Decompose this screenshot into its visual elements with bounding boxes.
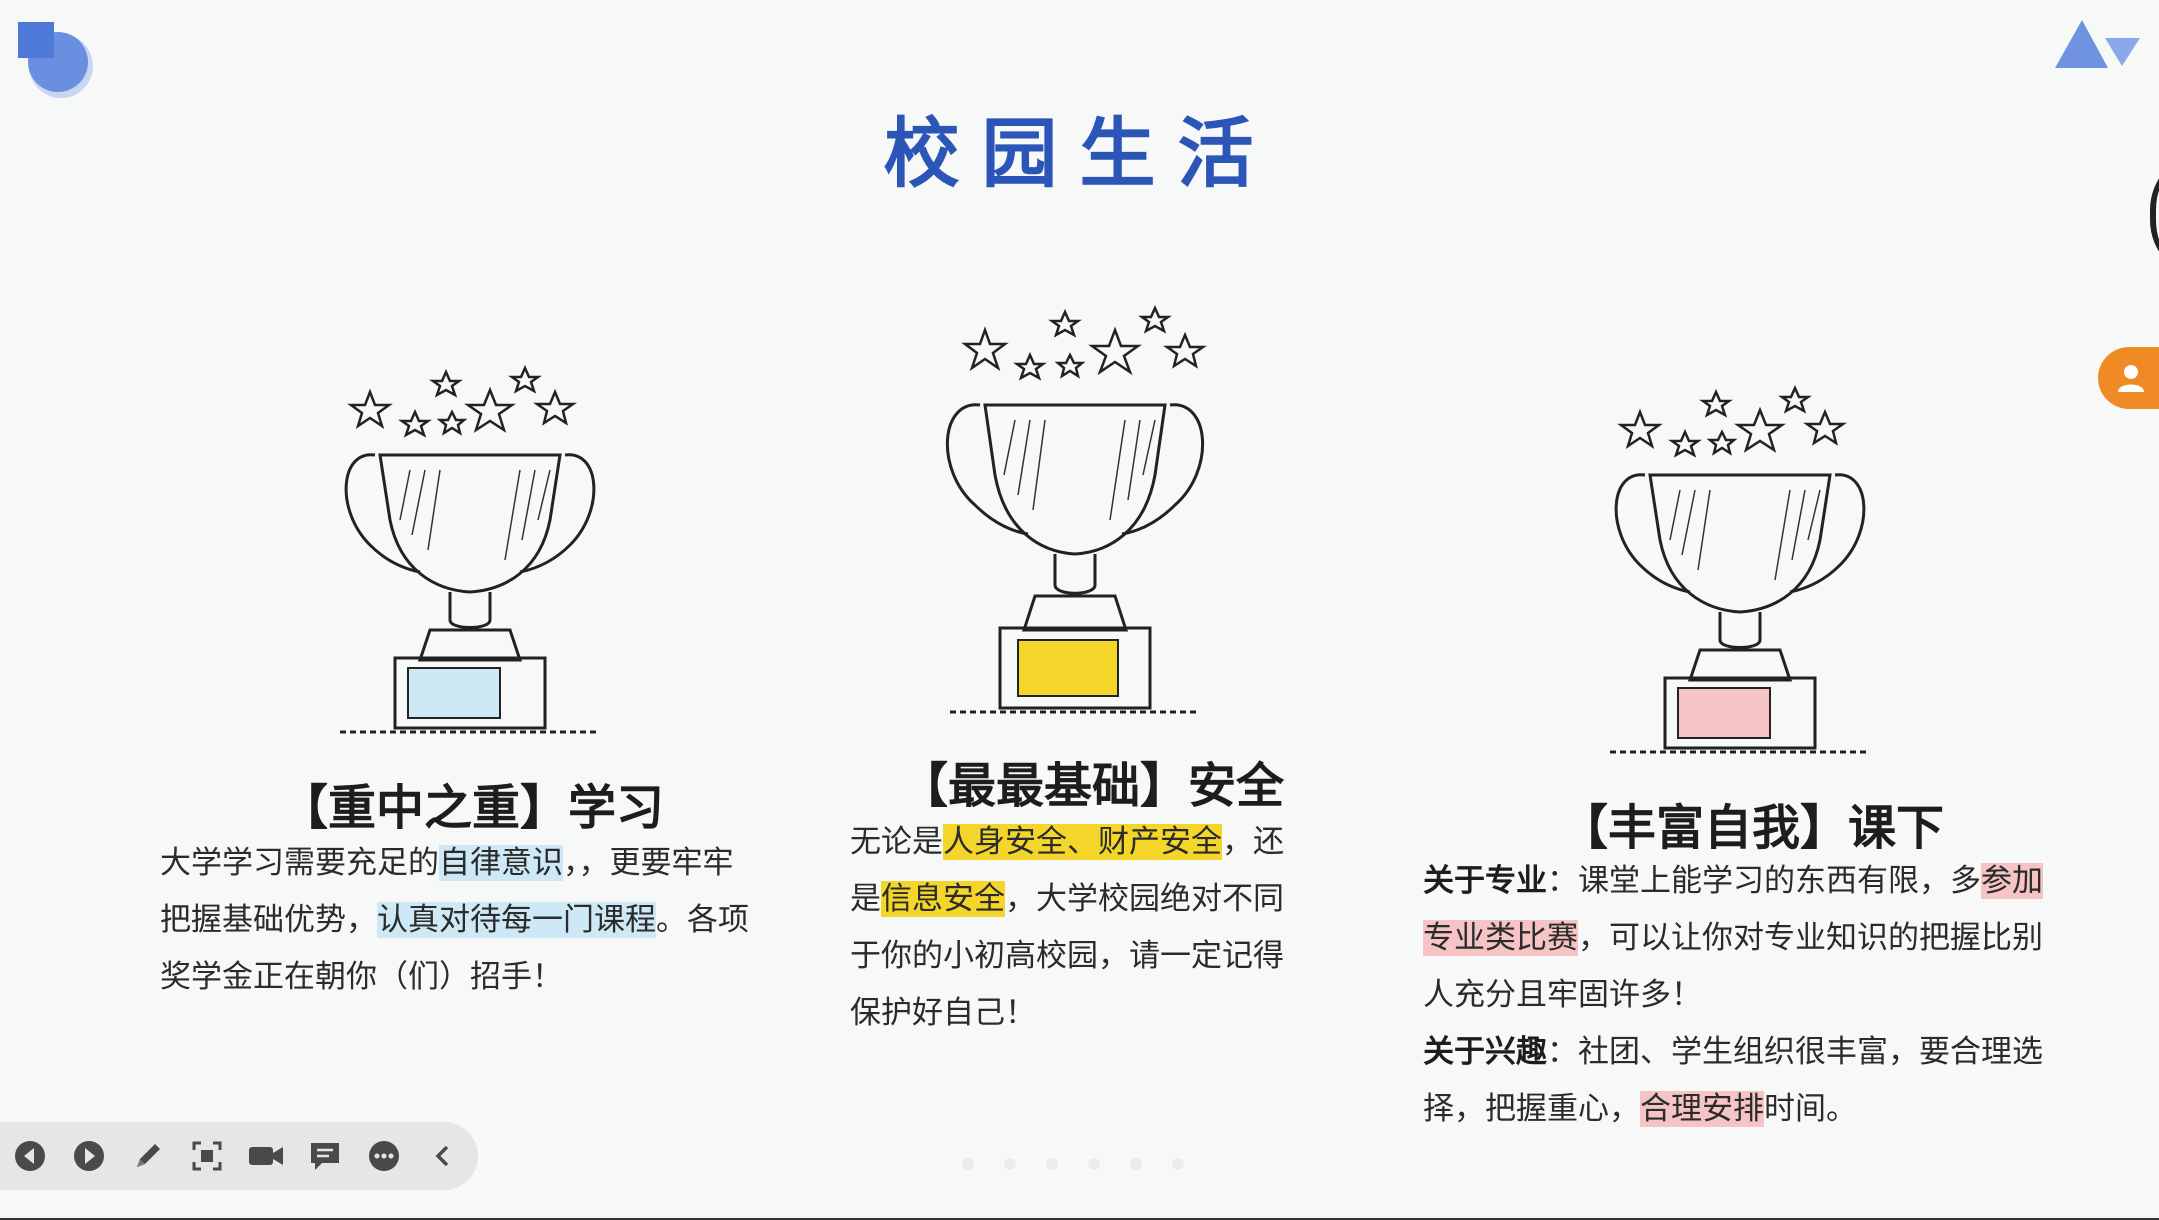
comment-icon (310, 1143, 339, 1170)
contact-side-tab[interactable] (2098, 347, 2159, 409)
more-button[interactable] (354, 1122, 413, 1190)
next-slide-button[interactable] (59, 1122, 118, 1190)
pagination-dot[interactable] (1172, 1158, 1184, 1170)
highlight-segment: 人身安全、财产安全 (943, 824, 1222, 860)
column-text-study: 大学学习需要充足的自律意识，，更要牢牢把握基础优势，认真对待每一门课程。各项奖学… (160, 835, 750, 1006)
triangle-decoration-icon (2055, 20, 2140, 68)
pen-button[interactable] (118, 1122, 177, 1190)
column-heading-extracurricular: 【丰富自我】课下 (1560, 800, 1945, 856)
pagination-dot[interactable] (1088, 1158, 1100, 1170)
comment-button[interactable] (295, 1122, 354, 1190)
pagination-dot[interactable] (1130, 1158, 1142, 1170)
chevron-left-icon (435, 1145, 448, 1167)
column-text-safety: 无论是人身安全、财产安全，还是信息安全，大学校园绝对不同于你的小初高校园，请一定… (850, 814, 1300, 1042)
highlight-segment: 合理安排 (1640, 1091, 1764, 1127)
slide-title: 校园生活 (883, 109, 1276, 198)
highlight-segment: 自律意识 (439, 845, 563, 881)
pen-icon (136, 1144, 160, 1167)
screenshot-button[interactable] (177, 1122, 236, 1190)
trophy-icon (1610, 384, 1870, 754)
camera-button[interactable] (236, 1122, 295, 1190)
person-icon (2118, 365, 2144, 392)
camera-icon (248, 1147, 283, 1165)
pagination-dot[interactable] (1046, 1158, 1058, 1170)
trophy-icon (945, 304, 1207, 714)
text-segment: 大学学习需要充足的 (160, 845, 439, 881)
bold-label: 关于兴趣 (1423, 1034, 1547, 1070)
presentation-toolbar (0, 1122, 478, 1190)
trophy-icon (340, 364, 600, 734)
bold-label: 关于专业 (1423, 863, 1547, 899)
collapse-button[interactable] (413, 1122, 472, 1190)
pagination (962, 1158, 1184, 1170)
play-right-icon (73, 1141, 104, 1171)
play-left-icon (14, 1141, 45, 1171)
highlight-segment: 信息安全 (881, 881, 1005, 917)
highlight-segment: 认真对待每一门课程 (377, 902, 656, 938)
slide: 校园生活 【重中之重】学习 大学学习需要充足的自律意识，，更要牢牢把握基础优势，… (0, 0, 2159, 1220)
pagination-dot[interactable] (1004, 1158, 1016, 1170)
text-segment: 时间。 (1764, 1091, 1857, 1127)
column-heading-safety: 【最最基础】安全 (900, 758, 1285, 814)
previous-slide-button[interactable] (0, 1122, 59, 1190)
column-heading-study: 【重中之重】学习 (280, 780, 665, 836)
column-text-extracurricular: 关于专业：课堂上能学习的东西有限，多参加专业类比赛，可以让你对专业知识的把握比别… (1423, 853, 2063, 1138)
text-segment: ：课堂上能学习的东西有限，多 (1547, 863, 1981, 899)
pagination-dot[interactable] (962, 1158, 974, 1170)
screenshot-icon (192, 1141, 221, 1171)
more-icon (368, 1141, 399, 1171)
text-segment: 无论是 (850, 824, 943, 860)
